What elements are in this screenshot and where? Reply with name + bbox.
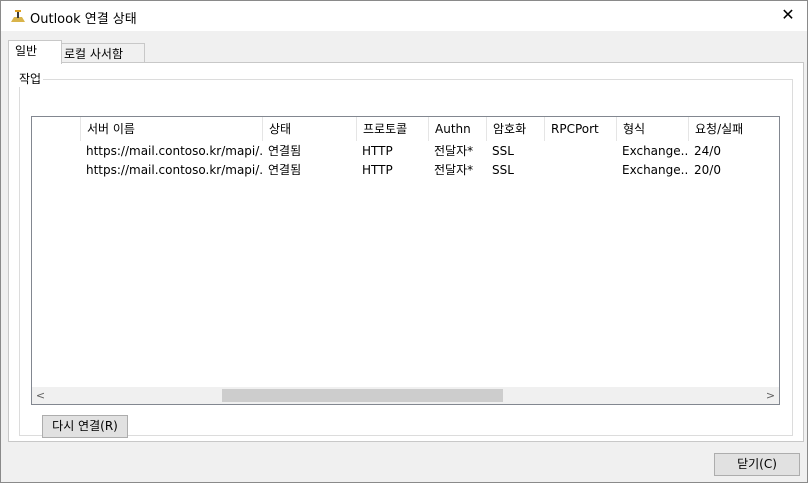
connection-status-window: Outlook 연결 상태 ✕ 일반 로컬 사서함 서버 이름 상태 프로토콜 … [0, 0, 808, 483]
cell-req-fail: 20/0 [694, 163, 721, 177]
cell-authn: 전달자* [434, 144, 474, 158]
window-title: Outlook 연결 상태 [30, 12, 137, 27]
list-header: 서버 이름 상태 프로토콜 Authn 암호화 RPCPort 형식 요청/실패 [32, 117, 779, 141]
column-header-server[interactable]: 서버 이름 [80, 117, 262, 141]
column-header-protocol[interactable]: 프로토콜 [356, 117, 428, 141]
connection-list[interactable]: 서버 이름 상태 프로토콜 Authn 암호화 RPCPort 형식 요청/실패… [31, 116, 780, 405]
title-bar: Outlook 연결 상태 ✕ [1, 1, 807, 31]
cell-encryption: SSL [492, 144, 514, 158]
column-header-status[interactable]: 상태 [262, 117, 356, 141]
scroll-left-icon[interactable]: < [32, 387, 49, 404]
reconnect-button[interactable]: 다시 연결(R) [42, 415, 128, 438]
horizontal-scrollbar[interactable]: < > [32, 387, 779, 404]
tab-general[interactable]: 일반 [8, 40, 62, 64]
cell-encryption: SSL [492, 163, 514, 177]
table-row[interactable]: https://mail.contoso.kr/mapi/... 연결됨 HTT… [32, 161, 779, 179]
tab-panel-general: 서버 이름 상태 프로토콜 Authn 암호화 RPCPort 형식 요청/실패… [8, 62, 804, 442]
cell-server: https://mail.contoso.kr/mapi/... [86, 163, 262, 177]
activity-group: 서버 이름 상태 프로토콜 Authn 암호화 RPCPort 형식 요청/실패… [19, 79, 793, 438]
cell-protocol: HTTP [362, 144, 393, 158]
column-header-type[interactable]: 형식 [616, 117, 688, 141]
cell-authn: 전달자* [434, 163, 474, 177]
scrollbar-thumb[interactable] [222, 389, 503, 402]
close-icon[interactable]: ✕ [778, 5, 798, 25]
cell-req-fail: 24/0 [694, 144, 721, 158]
outlook-connection-icon [11, 10, 25, 22]
close-button[interactable]: 닫기(C) [714, 453, 800, 476]
cell-status: 연결됨 [268, 163, 302, 177]
cell-type: Exchange... [622, 144, 688, 158]
cell-status: 연결됨 [268, 144, 302, 158]
tab-local-mailbox[interactable]: 로컬 사서함 [57, 43, 145, 64]
column-header-encryption[interactable]: 암호화 [486, 117, 544, 141]
cell-rpcport [544, 142, 616, 160]
cell-type: Exchange... [622, 163, 688, 177]
column-header-blank [32, 117, 80, 141]
column-header-rpcport[interactable]: RPCPort [544, 117, 616, 141]
table-row[interactable]: https://mail.contoso.kr/mapi/... 연결됨 HTT… [32, 142, 779, 160]
column-header-authn[interactable]: Authn [428, 117, 486, 141]
cell-server: https://mail.contoso.kr/mapi/... [86, 144, 262, 158]
cell-protocol: HTTP [362, 163, 393, 177]
activity-group-label: 작업 [17, 70, 44, 87]
cell-rpcport [544, 161, 616, 179]
scroll-right-icon[interactable]: > [762, 387, 779, 404]
column-header-req-fail[interactable]: 요청/실패 [688, 117, 779, 141]
